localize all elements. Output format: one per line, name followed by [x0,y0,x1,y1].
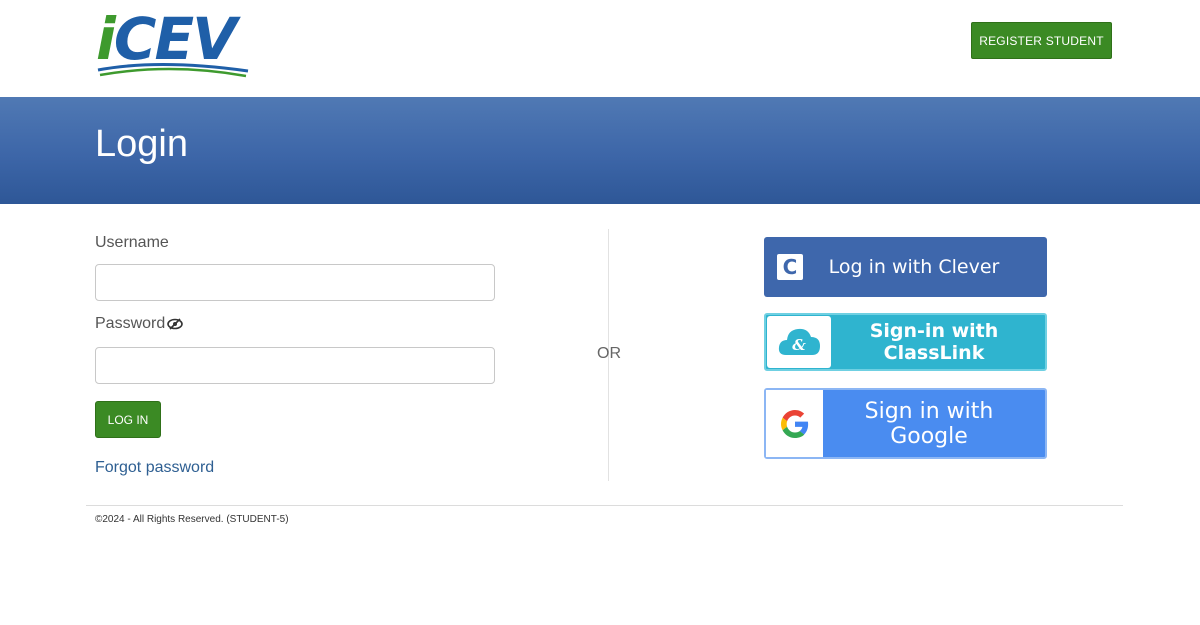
top-header: iCEV REGISTER STUDENT [0,0,1200,97]
logo-swoosh-icon [97,62,249,78]
footer-copyright: ©2024 - All Rights Reserved. (STUDENT-5) [95,514,289,525]
page-banner: Login [0,97,1200,204]
footer-divider [86,505,1123,506]
eye-slash-icon[interactable] [167,318,183,330]
login-button[interactable]: LOG IN [95,401,161,438]
username-label: Username [95,234,169,251]
forgot-password-link[interactable]: Forgot password [95,459,214,477]
page-title: Login [95,123,188,165]
icev-logo[interactable]: iCEV [96,8,268,80]
username-input[interactable] [95,264,495,301]
password-input[interactable] [95,347,495,384]
clever-login-button[interactable]: C Log in with Clever [764,237,1047,297]
classlink-login-button[interactable]: & Sign-in with ClassLink [764,313,1047,371]
google-icon [766,390,823,457]
google-button-label: Sign in with Google [864,398,994,449]
classlink-icon: & [767,316,831,368]
clever-button-label: Log in with Clever [828,256,1000,278]
password-label: Password [95,315,166,332]
svg-text:&: & [792,336,806,354]
register-student-button[interactable]: REGISTER STUDENT [971,22,1112,59]
classlink-button-label: Sign-in with ClassLink [869,320,999,364]
or-separator: OR [597,345,621,362]
clever-icon: C [777,254,803,280]
google-login-button[interactable]: Sign in with Google [764,388,1047,459]
